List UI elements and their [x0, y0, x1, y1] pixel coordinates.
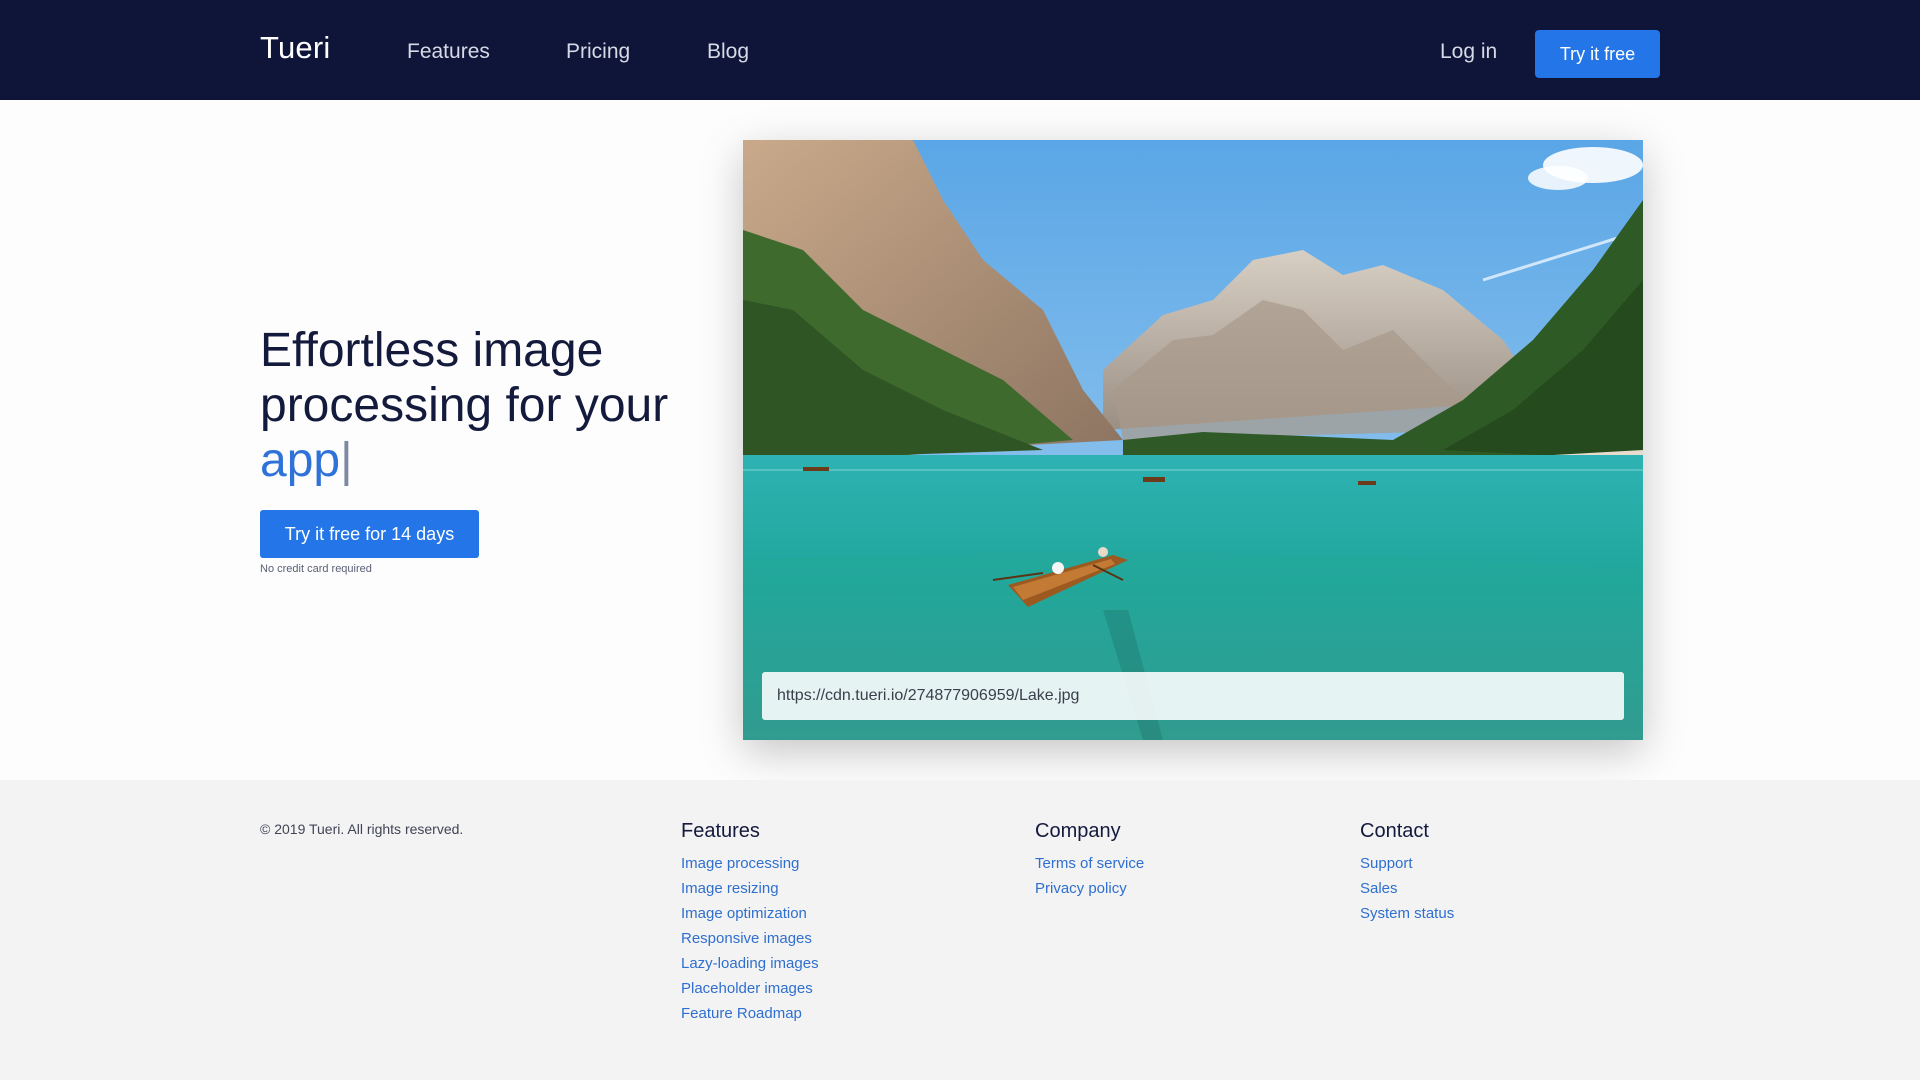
- headline-accent-word: app: [260, 434, 341, 487]
- copyright-text: © 2019 Tueri. All rights reserved.: [260, 821, 464, 837]
- footer-link-privacy[interactable]: Privacy policy: [1035, 876, 1144, 901]
- image-url-field[interactable]: [762, 672, 1624, 720]
- login-link[interactable]: Log in: [1440, 40, 1497, 64]
- footer-link-system-status[interactable]: System status: [1360, 901, 1454, 926]
- footer-link-responsive-images[interactable]: Responsive images: [681, 926, 819, 951]
- footer-link-placeholder-images[interactable]: Placeholder images: [681, 976, 819, 1001]
- footer-heading-contact: Contact: [1360, 820, 1429, 842]
- brand-logo[interactable]: Tueri: [260, 30, 330, 66]
- footer-column-features: Features Image processing Image resizing…: [681, 820, 819, 1026]
- typing-caret: |: [340, 434, 353, 487]
- try-free-button[interactable]: Try it free: [1535, 30, 1660, 78]
- footer-column-company: Company Terms of service Privacy policy: [1035, 820, 1144, 901]
- footer-heading-features: Features: [681, 820, 760, 842]
- hero-headline: Effortless image processing for your app…: [260, 323, 700, 488]
- footer-link-image-resizing[interactable]: Image resizing: [681, 876, 819, 901]
- lake-photo: [743, 140, 1643, 740]
- footer-column-contact: Contact Support Sales System status: [1360, 820, 1454, 926]
- headline-line-1: Effortless image: [260, 324, 604, 377]
- trial-button[interactable]: Try it free for 14 days: [260, 510, 479, 558]
- nav-link-pricing[interactable]: Pricing: [566, 40, 630, 64]
- no-credit-card-note: No credit card required: [260, 563, 372, 575]
- footer-link-lazy-loading-images[interactable]: Lazy-loading images: [681, 951, 819, 976]
- footer-link-image-processing[interactable]: Image processing: [681, 851, 819, 876]
- footer-heading-company: Company: [1035, 820, 1121, 842]
- footer-link-sales[interactable]: Sales: [1360, 876, 1454, 901]
- footer-link-terms[interactable]: Terms of service: [1035, 851, 1144, 876]
- footer-link-feature-roadmap[interactable]: Feature Roadmap: [681, 1001, 819, 1026]
- nav-link-blog[interactable]: Blog: [707, 40, 749, 64]
- footer-link-support[interactable]: Support: [1360, 851, 1454, 876]
- headline-line-2: processing for your: [260, 379, 669, 432]
- hero-section: Effortless image processing for your app…: [0, 100, 1920, 780]
- nav-link-features[interactable]: Features: [407, 40, 490, 64]
- site-footer: © 2019 Tueri. All rights reserved. Featu…: [0, 780, 1920, 1080]
- lake-illustration: [743, 140, 1643, 740]
- top-navbar: Tueri Features Pricing Blog Log in Try i…: [0, 0, 1920, 100]
- footer-link-image-optimization[interactable]: Image optimization: [681, 901, 819, 926]
